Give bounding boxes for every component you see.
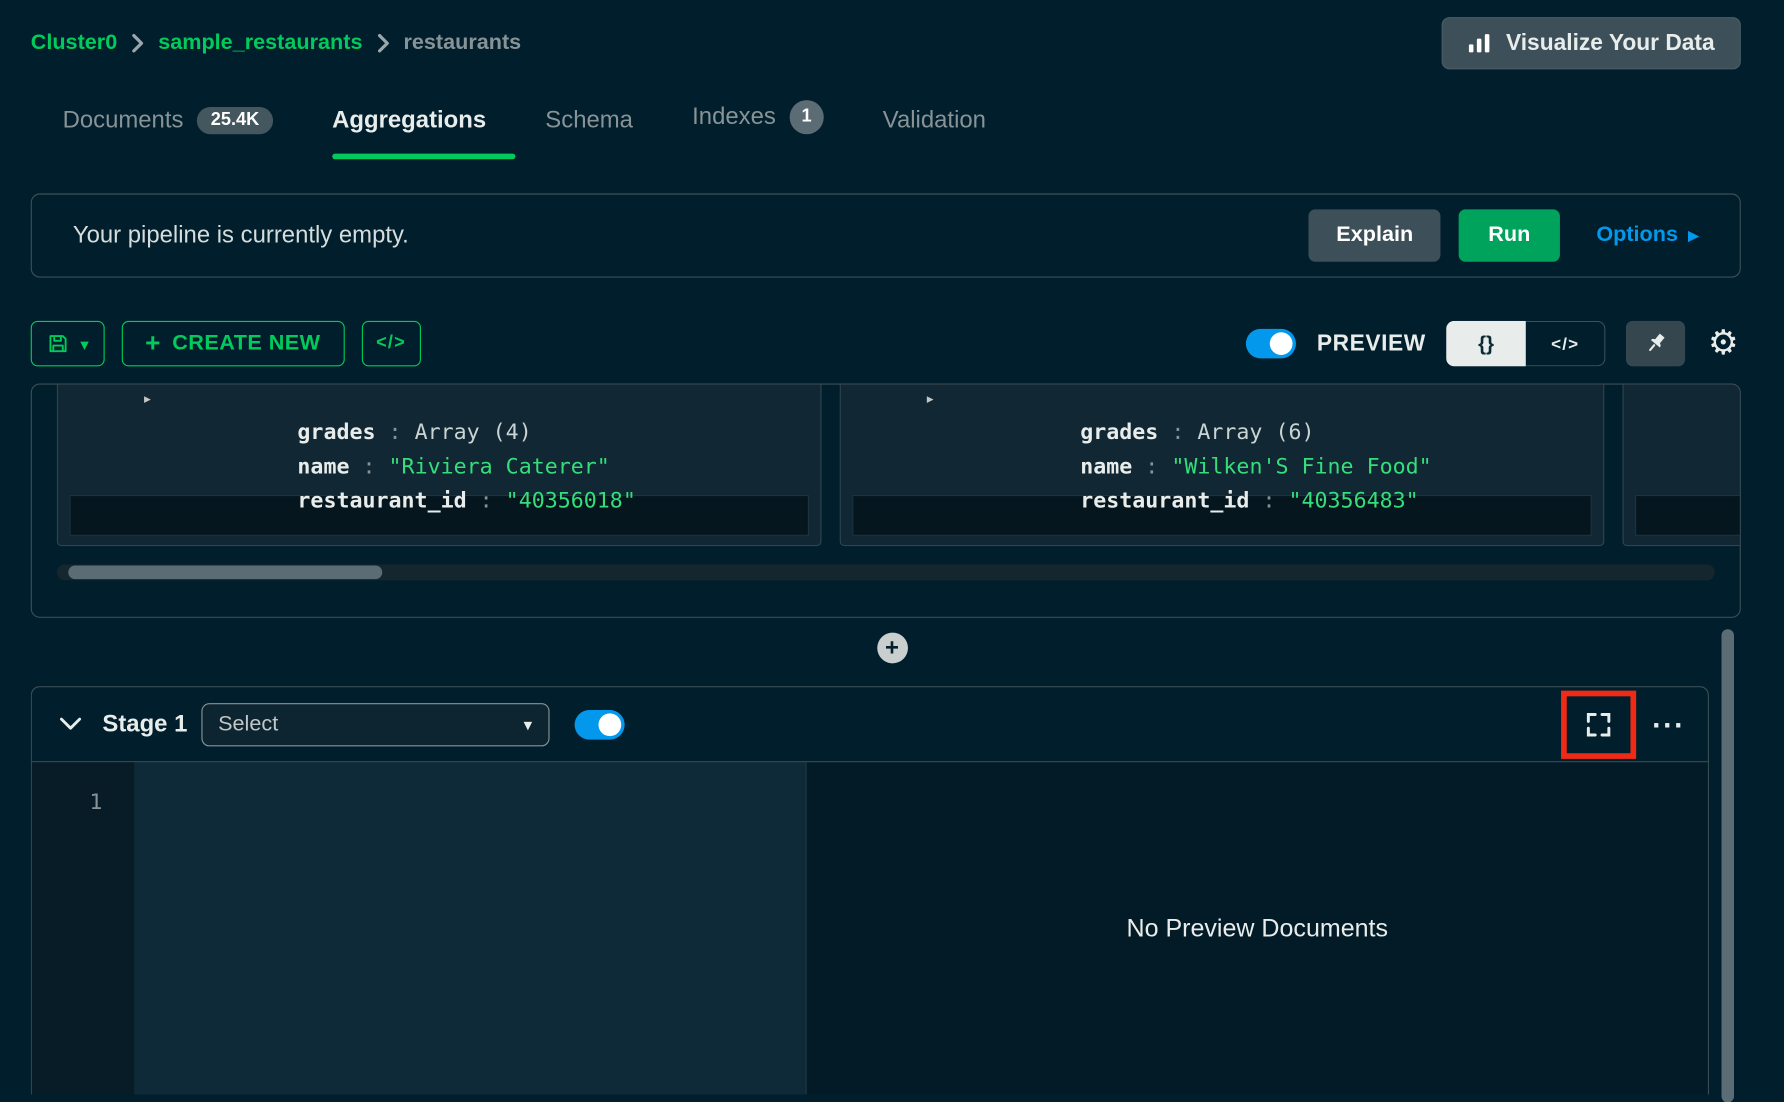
breadcrumb-database[interactable]: sample_restaurants <box>158 31 362 56</box>
save-pipeline-button[interactable]: ▾ <box>31 321 104 367</box>
compass-app: Cluster0 sample_restaurants restaurants … <box>0 0 1784 1102</box>
toggle-knob <box>598 713 621 736</box>
tab-schema[interactable]: Schema <box>545 107 633 159</box>
preview-toggle[interactable] <box>1246 329 1296 359</box>
chevron-right-icon <box>376 33 390 53</box>
tab-indexes-label: Indexes <box>692 104 776 131</box>
pipeline-empty-message: Your pipeline is currently empty. <box>73 222 409 249</box>
options-label: Options <box>1596 223 1678 248</box>
tab-documents[interactable]: Documents 25.4K <box>63 107 273 159</box>
gear-icon: ⚙ <box>1708 323 1739 363</box>
field-name: restaurant_id <box>1080 488 1249 513</box>
tab-documents-label: Documents <box>63 107 184 134</box>
code-icon: </> <box>376 333 406 353</box>
fullscreen-expand-icon <box>1584 709 1614 739</box>
vertical-scrollbar-thumb[interactable] <box>1721 629 1734 1102</box>
plus-icon: + <box>145 329 161 355</box>
tab-aggregations-label: Aggregations <box>332 107 486 134</box>
settings-gear-button[interactable]: ⚙ <box>1706 327 1741 361</box>
visualize-data-label: Visualize Your Data <box>1506 30 1715 56</box>
field-value: "40356018" <box>506 488 636 513</box>
top-bar: Cluster0 sample_restaurants restaurants … <box>0 0 1784 71</box>
horizontal-scrollbar-thumb[interactable] <box>68 565 382 579</box>
run-button[interactable]: Run <box>1459 209 1560 261</box>
add-stage-row: + <box>0 633 1784 664</box>
stage-preview-panel: No Preview Documents <box>807 762 1708 1094</box>
stage-options-menu-button[interactable]: ··· <box>1652 709 1685 739</box>
stage-operator-select[interactable]: Select ▾ <box>201 703 549 746</box>
chevron-right-icon <box>131 33 145 53</box>
create-new-button[interactable]: + CREATE NEW <box>121 321 344 367</box>
document-cards-row: ▸grades : Array (4) name : "Riviera Cate… <box>57 383 1715 546</box>
stage-operator-value: Select <box>218 712 278 737</box>
stage-body: 1 No Preview Documents <box>32 762 1708 1094</box>
view-mode-segmented-control: {} </> <box>1446 321 1605 367</box>
ellipsis-icon: ··· <box>1652 707 1685 741</box>
document-card: ▸grades : Array (4) name : "Riviera Cate… <box>57 383 822 546</box>
chevron-down-icon[interactable] <box>59 716 82 732</box>
pipeline-actions: Explain Run Options ▶ <box>1309 209 1699 261</box>
stage-title: Stage 1 <box>102 711 187 738</box>
stage-header: Stage 1 Select ▾ ··· <box>32 687 1708 762</box>
field-row-restaurant-id: restaurant_id : "40356018" <box>58 449 820 483</box>
toolbar-left: ▾ + CREATE NEW </> <box>31 321 421 367</box>
tab-schema-label: Schema <box>545 107 633 134</box>
horizontal-scrollbar[interactable] <box>57 564 1715 580</box>
options-button[interactable]: Options ▶ <box>1596 223 1698 248</box>
documents-count-badge: 25.4K <box>197 107 273 134</box>
field-row-name: name : "Riviera Caterer" <box>58 415 820 449</box>
editor-code-area[interactable] <box>134 762 805 1094</box>
next-document-edge <box>1635 495 1741 536</box>
field-separator: : <box>467 488 506 513</box>
expand-caret-icon[interactable]: ▸ <box>925 383 935 415</box>
save-icon <box>47 332 70 355</box>
tab-indexes[interactable]: Indexes 1 <box>692 100 823 159</box>
collection-tabs: Documents 25.4K Aggregations Schema Inde… <box>0 71 1784 160</box>
preview-label: PREVIEW <box>1317 331 1426 357</box>
field-separator: : <box>1249 488 1288 513</box>
indexes-count-badge: 1 <box>789 100 823 134</box>
pin-icon <box>1643 331 1668 356</box>
tab-validation[interactable]: Validation <box>883 107 986 159</box>
document-card: ▸grades : Array (6) name : "Wilken'S Fin… <box>840 383 1605 546</box>
breadcrumb: Cluster0 sample_restaurants restaurants <box>31 31 521 56</box>
visualize-data-button[interactable]: Visualize Your Data <box>1441 17 1741 69</box>
field-row-name: name : "Wilken'S Fine Food" <box>841 415 1603 449</box>
breadcrumb-collection: restaurants <box>403 31 521 56</box>
bar-chart-icon <box>1467 32 1492 55</box>
pin-results-button[interactable] <box>1626 321 1685 367</box>
tab-aggregations[interactable]: Aggregations <box>332 107 486 159</box>
no-preview-message: No Preview Documents <box>1126 914 1388 944</box>
pipeline-toolbar: ▾ + CREATE NEW </> PREVIEW {} </> <box>31 321 1741 367</box>
pipeline-banner: Your pipeline is currently empty. Explai… <box>31 193 1741 277</box>
stage-editor: 1 <box>32 762 807 1094</box>
annotation-highlight-box <box>1561 690 1636 758</box>
explain-button[interactable]: Explain <box>1309 209 1441 261</box>
toggle-knob <box>1270 332 1293 355</box>
field-row-grades: ▸grades : Array (6) <box>841 383 1603 415</box>
pipeline-as-text-button[interactable]: </> <box>361 321 420 367</box>
expand-stage-button[interactable] <box>1584 709 1614 739</box>
tab-validation-label: Validation <box>883 107 986 134</box>
line-number: 1 <box>89 790 102 815</box>
preview-documents-panel: ▸grades : Array (4) name : "Riviera Cate… <box>31 383 1741 617</box>
editor-gutter: 1 <box>32 762 134 1094</box>
field-row-grades: ▸grades : Array (4) <box>58 383 820 415</box>
builder-view-button[interactable]: {} <box>1446 321 1526 367</box>
field-value: "40356483" <box>1288 488 1418 513</box>
toolbar-right: PREVIEW {} </> ⚙ <box>1246 321 1741 367</box>
text-view-button[interactable]: </> <box>1526 321 1606 367</box>
caret-down-icon: ▾ <box>524 714 533 734</box>
caret-down-icon: ▾ <box>81 336 88 351</box>
caret-right-icon: ▶ <box>1688 229 1699 243</box>
expand-caret-icon[interactable]: ▸ <box>142 383 152 415</box>
add-stage-button[interactable]: + <box>877 633 908 664</box>
document-card <box>1623 383 1741 546</box>
field-name: restaurant_id <box>297 488 466 513</box>
stage-1-panel: Stage 1 Select ▾ ··· <box>31 686 1709 1094</box>
breadcrumb-cluster[interactable]: Cluster0 <box>31 31 118 56</box>
field-row-restaurant-id: restaurant_id : "40356483" <box>841 449 1603 483</box>
stage-enabled-toggle[interactable] <box>574 709 624 739</box>
create-new-label: CREATE NEW <box>172 331 320 356</box>
